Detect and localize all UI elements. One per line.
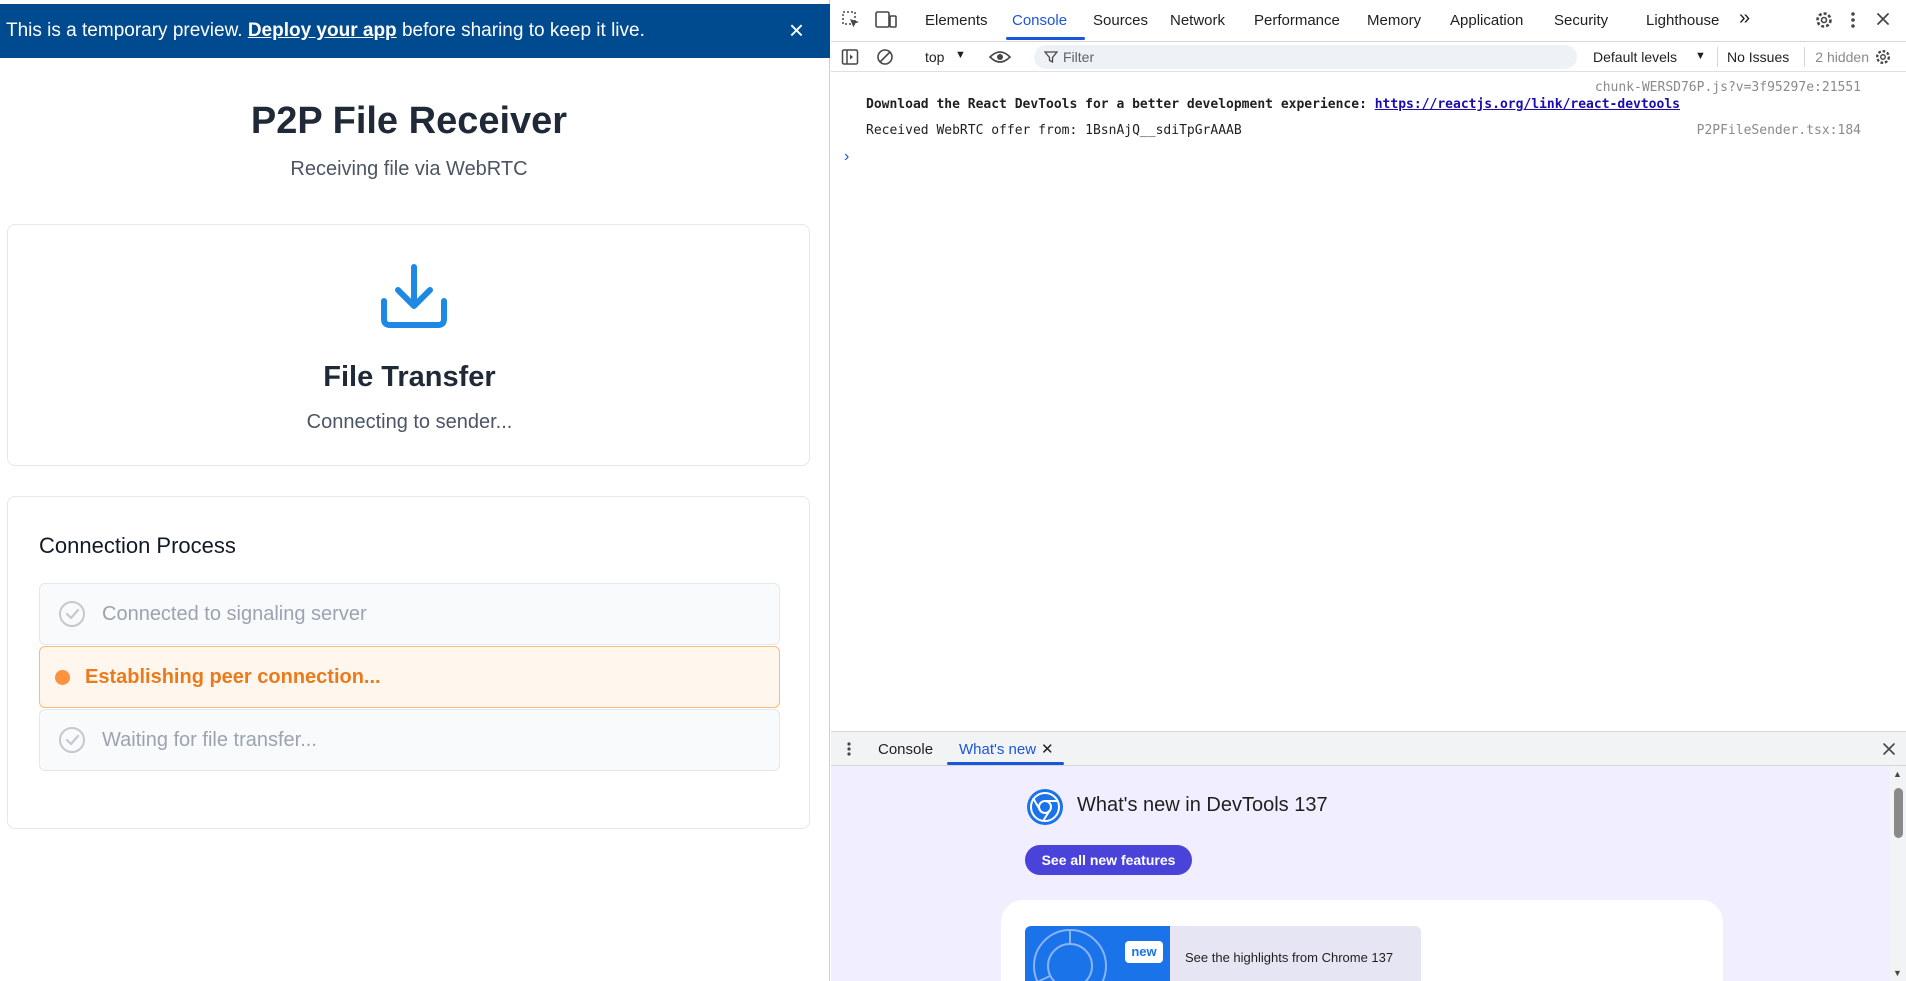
chrome-highlights-item[interactable]: new See the highlights from Chrome 137: [1025, 926, 1421, 981]
step-label: Establishing peer connection...: [85, 665, 381, 688]
message-source-link[interactable]: chunk-WERSD76P.js?v=3f95297e:21551: [1595, 80, 1861, 95]
inspect-element-icon[interactable]: [841, 10, 861, 30]
preview-banner: This is a temporary preview. Deploy your…: [0, 4, 830, 58]
active-tab-indicator: [947, 762, 1064, 765]
filter-placeholder: Filter: [1063, 49, 1095, 65]
tab-elements[interactable]: Elements: [925, 12, 988, 29]
console-settings-icon[interactable]: [1874, 48, 1892, 66]
new-badge: new: [1125, 941, 1163, 963]
step-signaling: Connected to signaling server: [39, 583, 780, 645]
highlights-thumbnail: new: [1025, 926, 1170, 981]
tab-sources[interactable]: Sources: [1093, 12, 1148, 29]
tab-application[interactable]: Application: [1450, 12, 1523, 29]
message-text: Download the React DevTools for a better…: [866, 97, 1375, 112]
devtools-tab-bar: Elements Console Sources Network Perform…: [831, 0, 1906, 42]
clear-console-icon[interactable]: [876, 48, 894, 66]
banner-text-after: before sharing to keep it live.: [401, 20, 645, 41]
app-pane: This is a temporary preview. Deploy your…: [0, 0, 830, 981]
device-toolbar-icon[interactable]: [875, 10, 897, 30]
active-tab-indicator: [1006, 37, 1085, 40]
check-circle-icon: [59, 727, 85, 753]
step-peer-connection: Establishing peer connection...: [39, 646, 780, 708]
whats-new-panel: What's new in DevTools 137 See all new f…: [831, 766, 1906, 981]
close-tab-icon[interactable]: ✕: [1041, 740, 1054, 758]
scroll-down-icon[interactable]: ▼: [1893, 968, 1902, 978]
console-message: Download the React DevTools for a better…: [866, 97, 1680, 112]
banner-close-icon[interactable]: ×: [789, 17, 804, 43]
hidden-count: 2 hidden: [1815, 49, 1869, 65]
console-message: Received WebRTC offer from: 1BsnAjQ__sdi…: [866, 123, 1242, 138]
deploy-link[interactable]: Deploy your app: [248, 20, 397, 42]
console-prompt-icon[interactable]: ›: [844, 148, 849, 166]
drawer-tab-whats-new[interactable]: What's new: [959, 741, 1036, 758]
file-transfer-status: Connecting to sender...: [306, 411, 513, 433]
highlights-text: See the highlights from Chrome 137: [1185, 950, 1394, 965]
message-source-link[interactable]: P2PFileSender.tsx:184: [1697, 123, 1861, 138]
tab-memory[interactable]: Memory: [1367, 12, 1421, 29]
scroll-up-icon[interactable]: ▲: [1893, 769, 1902, 779]
tab-console[interactable]: Console: [1012, 12, 1067, 29]
drawer-menu-icon[interactable]: [846, 741, 852, 757]
tab-performance[interactable]: Performance: [1254, 12, 1340, 29]
scrollbar-thumb[interactable]: [1894, 788, 1903, 838]
banner-text: This is a temporary preview.: [6, 20, 243, 41]
eye-icon[interactable]: [989, 49, 1011, 65]
devtools-panel: Elements Console Sources Network Perform…: [831, 0, 1906, 981]
download-icon: [381, 264, 447, 328]
see-all-features-button[interactable]: See all new features: [1025, 845, 1192, 875]
connection-process-card: Connection Process Connected to signalin…: [7, 496, 810, 829]
drawer-tab-console[interactable]: Console: [878, 741, 933, 758]
log-levels-dropdown[interactable]: Default levels: [1593, 49, 1677, 65]
drawer-scrollbar[interactable]: ▲ ▼: [1890, 766, 1906, 981]
console-toolbar: top ▼ Filter Default levels ▼ No Issues …: [831, 42, 1906, 72]
more-tabs-icon[interactable]: »: [1739, 7, 1750, 30]
filter-icon: [1044, 51, 1058, 64]
file-transfer-title: File Transfer: [323, 361, 496, 393]
connection-process-title: Connection Process: [39, 533, 236, 558]
page-subtitle: Receiving file via WebRTC: [290, 158, 528, 180]
file-transfer-card: File Transfer Connecting to sender...: [7, 224, 810, 466]
step-label: Connected to signaling server: [102, 602, 367, 625]
step-file-transfer: Waiting for file transfer...: [39, 709, 780, 771]
kebab-menu-icon[interactable]: [1848, 10, 1858, 30]
chevron-down-icon[interactable]: ▼: [955, 49, 966, 61]
close-drawer-icon[interactable]: [1882, 742, 1896, 756]
settings-gear-icon[interactable]: [1814, 10, 1834, 30]
check-circle-icon: [59, 601, 85, 627]
close-devtools-icon[interactable]: [1875, 11, 1891, 27]
context-selector[interactable]: top: [925, 49, 944, 65]
tab-lighthouse[interactable]: Lighthouse: [1646, 12, 1719, 29]
tab-network[interactable]: Network: [1170, 12, 1225, 29]
divider: [1717, 47, 1718, 67]
chrome-devtools-logo-icon: [1027, 789, 1063, 825]
step-label: Waiting for file transfer...: [102, 728, 317, 751]
tab-security[interactable]: Security: [1554, 12, 1608, 29]
filter-input[interactable]: Filter: [1034, 45, 1577, 69]
page-title: P2P File Receiver: [250, 100, 568, 142]
sidebar-toggle-icon[interactable]: [841, 48, 859, 66]
whats-new-title: What's new in DevTools 137: [1077, 794, 1328, 816]
chevron-down-icon[interactable]: ▼: [1695, 50, 1706, 62]
react-devtools-link[interactable]: https://reactjs.org/link/react-devtools: [1375, 97, 1680, 112]
active-dot-icon: [55, 669, 70, 685]
drawer-tab-bar: Console What's new ✕: [831, 731, 1906, 766]
message-text: Received WebRTC offer from: 1BsnAjQ__sdi…: [866, 123, 1242, 138]
issues-counter[interactable]: No Issues: [1727, 49, 1789, 65]
